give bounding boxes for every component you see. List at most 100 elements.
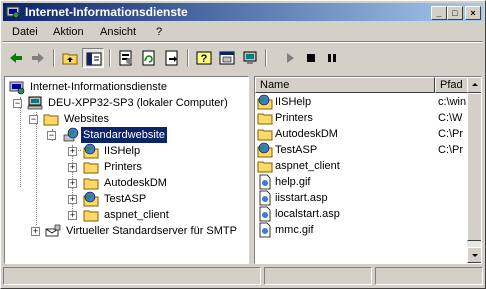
- list-pane[interactable]: Name Pfad IISHelp c:\win Printers C:\W Autod…: [254, 76, 482, 264]
- settings-button[interactable]: [216, 48, 238, 68]
- scroll-down-button[interactable]: [467, 247, 481, 263]
- tree-line: [20, 97, 21, 187]
- file-icon: [259, 222, 271, 238]
- toolbar-separator: [109, 49, 111, 67]
- menu-separator: [3, 41, 483, 43]
- expand-toggle[interactable]: +: [68, 163, 77, 172]
- folder-icon: [83, 210, 99, 222]
- stop-button[interactable]: [300, 48, 322, 68]
- globe-folder-icon: [83, 143, 99, 159]
- list-item[interactable]: mmc.gif: [255, 222, 467, 238]
- play-icon: [287, 53, 294, 63]
- folder-icon: [43, 114, 59, 126]
- toolbar-separator: [265, 49, 267, 67]
- expand-toggle[interactable]: +: [31, 227, 40, 236]
- column-header-name[interactable]: Name: [255, 77, 435, 93]
- arrow-up-icon: [472, 83, 478, 86]
- back-icon: [10, 53, 22, 63]
- tree-line: [36, 112, 37, 225]
- list-item[interactable]: Printers C:\W: [255, 110, 467, 126]
- export-button[interactable]: [161, 48, 183, 68]
- export-icon: [165, 50, 178, 66]
- tree-item-label: Standardwebsite: [81, 127, 167, 143]
- list-item[interactable]: aspnet_client: [255, 158, 467, 174]
- tree-item-label: aspnet_client: [104, 209, 169, 221]
- pause-button[interactable]: [321, 48, 343, 68]
- list-item-name: iisstart.asp: [275, 192, 328, 204]
- properties-button[interactable]: [115, 48, 137, 68]
- globe-folder-icon: [257, 142, 273, 158]
- list-item-name: AutodeskDM: [275, 128, 338, 140]
- refresh-button[interactable]: [138, 48, 160, 68]
- list-item[interactable]: IISHelp c:\win: [255, 94, 467, 110]
- menu-ansicht[interactable]: Ansicht: [100, 26, 136, 38]
- show-tree-button[interactable]: [82, 48, 104, 68]
- expand-toggle[interactable]: +: [68, 179, 77, 188]
- list-item-name: Printers: [275, 112, 313, 124]
- tree-item-label: DEU-XPP32-SP3 (lokaler Computer): [48, 97, 228, 109]
- tree-item-label: Websites: [64, 113, 110, 125]
- list-item[interactable]: AutodeskDM C:\Pr: [255, 126, 467, 142]
- status-panel: [375, 267, 483, 285]
- vertical-scrollbar[interactable]: [467, 77, 481, 263]
- list-item[interactable]: iisstart.asp: [255, 190, 467, 206]
- menu-aktion[interactable]: Aktion: [53, 26, 84, 38]
- expand-toggle[interactable]: +: [68, 195, 77, 204]
- globe-folder-icon: [83, 191, 99, 207]
- computer-icon: [243, 51, 257, 64]
- file-icon: [259, 190, 271, 206]
- list-item-path: C:\Pr: [438, 128, 464, 140]
- folder-icon: [257, 161, 273, 173]
- status-bar: [3, 265, 483, 285]
- pause-icon: [328, 54, 336, 62]
- collapse-toggle[interactable]: −: [13, 99, 22, 108]
- status-panel: [3, 267, 261, 285]
- up-button[interactable]: [59, 48, 81, 68]
- tree-item-label: IISHelp: [104, 145, 141, 157]
- toolbar: ?: [3, 44, 483, 72]
- window-title: Internet-Informationsdienste: [25, 5, 188, 19]
- tree-item-label: TestASP: [104, 193, 147, 205]
- list-item[interactable]: help.gif: [255, 174, 467, 190]
- menu-bar: Datei Aktion Ansicht ?: [3, 23, 483, 41]
- scroll-thumb[interactable]: [467, 93, 481, 241]
- list-item-path: C:\Pr: [438, 144, 464, 156]
- arrow-down-icon: [472, 254, 478, 257]
- globe-site-icon: [63, 127, 79, 142]
- computer-button[interactable]: [239, 48, 261, 68]
- title-bar[interactable]: Internet-Informationsdienste _ □ ×: [3, 3, 483, 21]
- expand-toggle[interactable]: +: [68, 147, 77, 156]
- scroll-up-button[interactable]: [467, 77, 481, 93]
- collapse-toggle[interactable]: −: [29, 115, 38, 124]
- list-item-name: aspnet_client: [275, 160, 340, 172]
- list-item[interactable]: localstart.asp: [255, 206, 467, 222]
- list-item[interactable]: TestASP C:\Pr: [255, 142, 467, 158]
- expand-toggle[interactable]: +: [68, 211, 77, 220]
- forward-button[interactable]: [27, 48, 49, 68]
- help-button[interactable]: ?: [193, 48, 215, 68]
- menu-datei[interactable]: Datei: [12, 26, 38, 38]
- minimize-button[interactable]: _: [431, 6, 447, 20]
- menu-help[interactable]: ?: [156, 26, 162, 38]
- list-item-name: help.gif: [275, 176, 311, 188]
- computer-icon: [27, 96, 43, 110]
- start-button[interactable]: [279, 48, 301, 68]
- collapse-toggle[interactable]: −: [47, 131, 56, 140]
- list-item-name: TestASP: [275, 144, 318, 156]
- iis-icon: [9, 81, 25, 95]
- forward-icon: [32, 53, 44, 63]
- close-button[interactable]: ×: [465, 6, 481, 20]
- maximize-button[interactable]: □: [447, 6, 463, 20]
- up-folder-icon: [62, 53, 78, 65]
- folder-icon: [257, 113, 273, 125]
- column-header-path[interactable]: Pfad: [435, 77, 468, 93]
- list-item-name: localstart.asp: [275, 208, 340, 220]
- tree-item-label: Virtueller Standardserver für SMTP: [66, 225, 237, 237]
- tree-pane[interactable]: Internet-Informationsdienste − DEU-XPP32…: [4, 76, 249, 264]
- back-button[interactable]: [5, 48, 27, 68]
- file-icon: [259, 174, 271, 190]
- list-item-path: c:\win: [438, 96, 467, 108]
- smtp-server-icon: [45, 224, 61, 237]
- tree-item-label: Printers: [104, 161, 142, 173]
- stop-icon: [307, 54, 315, 62]
